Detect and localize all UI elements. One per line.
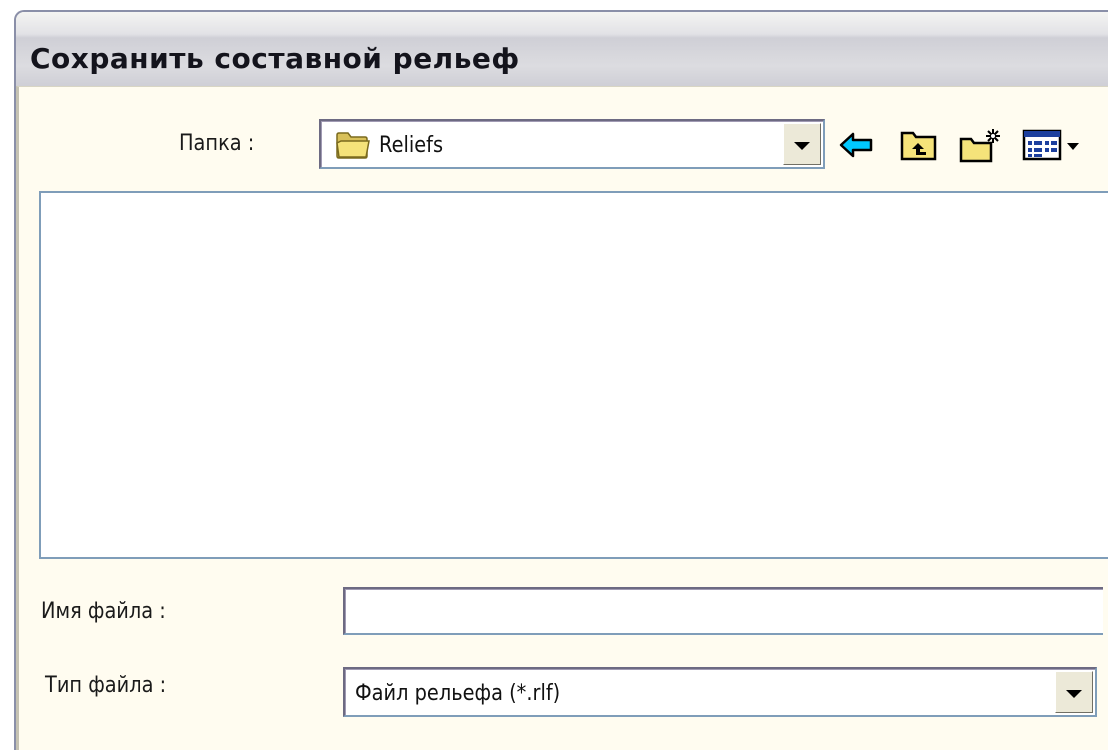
folder-select-value: Reliefs	[379, 133, 444, 158]
file-name-label: Имя файла :	[41, 599, 166, 624]
up-one-level-icon	[900, 131, 937, 161]
folder-label: Папка :	[179, 131, 255, 156]
save-dialog-window: Сохранить составной рельеф Папка : Relie…	[14, 10, 1108, 750]
new-folder-icon	[959, 129, 1000, 163]
up-one-level-button[interactable]	[899, 127, 939, 163]
new-folder-button[interactable]	[959, 127, 1003, 163]
folder-select[interactable]: Reliefs	[319, 119, 825, 169]
dialog-client-area: Папка : Reliefs Имя файла: Тип файла: …	[16, 86, 1108, 750]
back-arrow-icon	[839, 132, 873, 158]
file-type-select[interactable]: Файл рельефа (*.rlf)	[343, 667, 1097, 717]
back-button[interactable]	[837, 127, 877, 163]
chevron-down-icon	[794, 142, 810, 150]
file-name-input[interactable]	[343, 587, 1103, 635]
folder-dropdown-button[interactable]	[783, 123, 821, 165]
file-list-view[interactable]	[39, 191, 1108, 559]
view-menu-button[interactable]	[1021, 127, 1087, 163]
dialog-title: Сохранить составной рельеф	[30, 42, 520, 75]
file-type-select-value: Файл рельефа (*.rlf)	[355, 681, 561, 706]
view-menu-icon	[1022, 129, 1079, 161]
chevron-down-icon	[1066, 690, 1082, 698]
file-type-dropdown-button[interactable]	[1055, 671, 1093, 713]
file-type-label: Тип файла :	[45, 673, 167, 698]
title-bar[interactable]: Сохранить составной рельеф	[16, 12, 1108, 86]
folder-icon	[336, 132, 370, 159]
